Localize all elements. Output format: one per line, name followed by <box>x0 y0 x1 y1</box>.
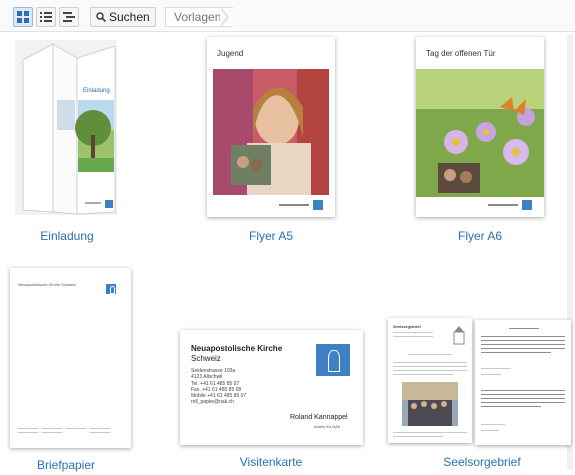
card-role: Admin für NAK <box>314 424 341 429</box>
search-button[interactable]: Suchen <box>90 7 156 27</box>
template-thumbnail: Einladung <box>15 40 117 215</box>
brochure-illustration <box>22 43 116 215</box>
flyer-title: Tag der offenen Tür <box>426 49 496 58</box>
search-icon <box>96 12 106 22</box>
card-address-line: 4123 Allschwil <box>191 374 223 380</box>
flyer-photo <box>213 69 329 210</box>
template-label[interactable]: Briefpapier <box>0 458 136 472</box>
breadcrumb-label: Vorlagen <box>174 10 222 24</box>
church-illustration <box>453 326 465 345</box>
flyer-title: Jugend <box>217 49 244 58</box>
card-name: Roland Kannappel <box>290 414 348 421</box>
template-thumbnail: Jugend <box>207 37 335 217</box>
template-label[interactable]: Einladung <box>0 229 137 243</box>
template-thumbnail: Tag der offenen Tür <box>416 37 544 217</box>
brochure-title: Einladung <box>83 88 110 94</box>
tree-view-icon <box>63 12 75 22</box>
template-label[interactable]: Flyer A6 <box>410 229 550 243</box>
letter-title: Seelsorgebrief <box>393 324 421 329</box>
grid-view-button[interactable] <box>13 7 33 27</box>
toolbar: Suchen Vorlagen <box>0 0 575 32</box>
template-thumbnail: Neuapostolische Kirche Schweiz <box>10 268 131 448</box>
template-thumbnail-page2 <box>475 320 571 445</box>
search-label: Suchen <box>109 10 150 24</box>
letterhead-text: Neuapostolische Kirche Schweiz <box>18 282 77 287</box>
list-view-icon <box>40 12 52 22</box>
card-org-sub: Schweiz <box>191 354 221 363</box>
card-org: Neuapostolische Kirche <box>191 344 283 353</box>
list-view-button[interactable] <box>36 7 56 27</box>
logo-icon <box>106 284 116 294</box>
template-label[interactable]: Seelsorgebrief <box>412 455 552 469</box>
template-thumbnail: Seelsorgebrief <box>388 318 472 443</box>
template-label[interactable]: Visitenkarte <box>201 455 341 469</box>
group-photo <box>402 382 458 426</box>
logo-icon <box>316 344 350 376</box>
card-address-line: roll_papke@nak.ch <box>191 399 234 405</box>
flyer-photo <box>416 69 544 210</box>
template-thumbnail: Neuapostolische Kirche Schweiz Seidenstr… <box>180 330 363 445</box>
grid-view-icon <box>17 11 29 23</box>
tree-view-button[interactable] <box>59 7 79 27</box>
template-label[interactable]: Flyer A5 <box>201 229 341 243</box>
